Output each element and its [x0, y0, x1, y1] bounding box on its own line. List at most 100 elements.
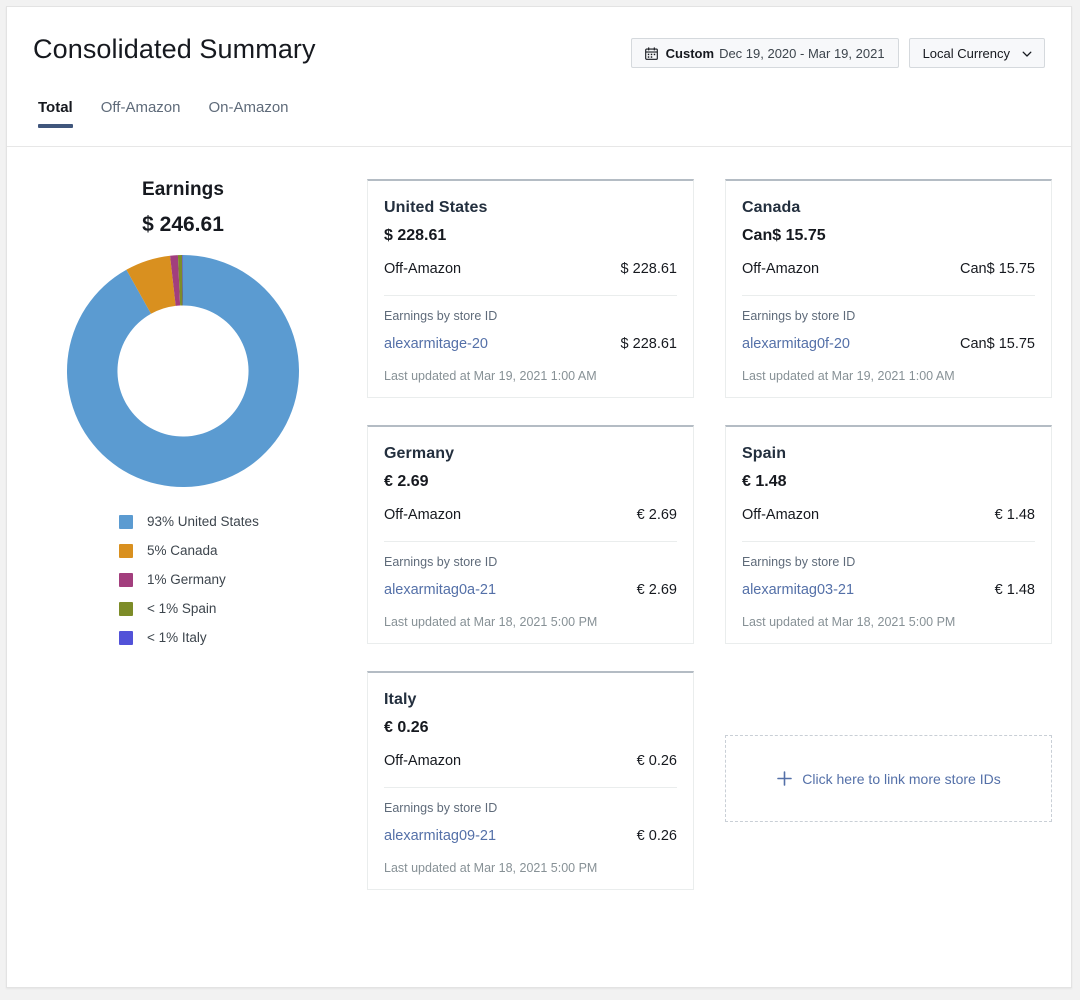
country-card-germany[interactable]: Germany € 2.69 Off-Amazon € 2.69 Earning… [367, 425, 694, 644]
card-country-name: Italy [384, 691, 417, 708]
card-last-updated: Last updated at Mar 18, 2021 5:00 PM [384, 615, 598, 629]
store-id-link[interactable]: alexarmitag0a-21 [384, 582, 496, 598]
store-id-link[interactable]: alexarmitag09-21 [384, 828, 496, 844]
earnings-title: Earnings [141, 179, 225, 200]
card-store-row: alexarmitag03-21 € 1.48 [742, 582, 1035, 598]
card-channel-amount: € 1.48 [994, 507, 1035, 523]
card-last-updated: Last updated at Mar 19, 2021 1:00 AM [742, 369, 955, 383]
store-amount: € 1.48 [994, 582, 1035, 598]
card-store-row: alexarmitage-20 $ 228.61 [384, 336, 677, 352]
card-total-amount: € 2.69 [384, 473, 429, 490]
earnings-chart-panel: Earnings $ 246.61 93% United States 5% Ca… [7, 147, 359, 652]
plus-icon [776, 770, 793, 787]
card-channel-label: Off-Amazon [384, 261, 462, 277]
store-amount: $ 228.61 [620, 336, 677, 352]
card-store-section-label: Earnings by store ID [384, 801, 498, 815]
legend-color-swatch [119, 601, 133, 616]
tab-on-amazon[interactable]: On-Amazon [194, 99, 302, 128]
legend-item: < 1% Spain [119, 594, 359, 623]
card-store-row: alexarmitag09-21 € 0.26 [384, 828, 677, 844]
store-amount: € 0.26 [636, 828, 677, 844]
card-channel-amount: € 0.26 [636, 753, 677, 769]
card-channel-row: Off-Amazon € 1.48 [742, 507, 1035, 523]
date-picker-range-label: Dec 19, 2020 - Mar 19, 2021 [719, 45, 885, 61]
card-country-name: Spain [742, 445, 787, 462]
legend-item: < 1% Italy [119, 623, 359, 652]
chart-legend: 93% United States 5% Canada 1% Germany < 1%… [7, 507, 359, 652]
card-channel-amount: € 2.69 [636, 507, 677, 523]
card-last-updated: Last updated at Mar 18, 2021 5:00 PM [384, 861, 598, 875]
page-header: Consolidated Summary Custom Dec 19, 2020… [7, 7, 1071, 147]
card-channel-row: Off-Amazon Can$ 15.75 [742, 261, 1035, 277]
card-total-amount: Can$ 15.75 [742, 227, 826, 244]
header-controls: Custom Dec 19, 2020 - Mar 19, 2021 Local… [630, 38, 1045, 68]
earnings-total-amount: $ 246.61 [142, 213, 224, 236]
country-card-canada[interactable]: Canada Can$ 15.75 Off-Amazon Can$ 15.75 … [725, 179, 1052, 398]
legend-item-label: 5% Canada [147, 543, 218, 558]
card-channel-label: Off-Amazon [742, 507, 820, 523]
card-store-section-label: Earnings by store ID [742, 555, 856, 569]
tab-total[interactable]: Total [33, 99, 87, 128]
store-id-link[interactable]: alexarmitage-20 [384, 336, 488, 352]
card-channel-amount: $ 228.61 [620, 261, 677, 277]
chevron-down-icon [1022, 49, 1032, 58]
legend-color-swatch [119, 514, 133, 529]
card-store-section-label: Earnings by store ID [742, 309, 856, 323]
card-channel-label: Off-Amazon [384, 753, 462, 769]
card-channel-row: Off-Amazon $ 228.61 [384, 261, 677, 277]
earnings-donut-chart [67, 255, 300, 487]
date-range-picker-button[interactable]: Custom Dec 19, 2020 - Mar 19, 2021 [630, 38, 899, 68]
card-store-row: alexarmitag0a-21 € 2.69 [384, 582, 677, 598]
legend-item: 93% United States [119, 507, 359, 536]
country-card-italy[interactable]: Italy € 0.26 Off-Amazon € 0.26 Earnings … [367, 671, 694, 890]
card-total-amount: € 0.26 [384, 719, 429, 736]
legend-item: 5% Canada [119, 536, 359, 565]
legend-color-swatch [119, 630, 133, 645]
card-channel-label: Off-Amazon [742, 261, 820, 277]
card-total-amount: € 1.48 [742, 473, 787, 490]
legend-color-swatch [119, 543, 133, 558]
card-channel-amount: Can$ 15.75 [960, 261, 1035, 277]
card-divider [384, 541, 677, 542]
link-more-store-ids-label: Click here to link more store IDs [802, 770, 1001, 787]
card-divider [742, 295, 1035, 296]
store-id-link[interactable]: alexarmitag03-21 [742, 582, 854, 598]
legend-item-label: 93% United States [147, 514, 259, 529]
donut-chart-wrapper [7, 253, 359, 489]
card-channel-label: Off-Amazon [384, 507, 462, 523]
legend-color-swatch [119, 572, 133, 587]
card-channel-row: Off-Amazon € 0.26 [384, 753, 677, 769]
country-card-united-states[interactable]: United States $ 228.61 Off-Amazon $ 228.… [367, 179, 694, 398]
legend-item-label: < 1% Italy [147, 630, 207, 645]
country-card-spain[interactable]: Spain € 1.48 Off-Amazon € 1.48 Earnings … [725, 425, 1052, 644]
card-divider [384, 787, 677, 788]
card-country-name: Canada [742, 199, 801, 216]
calendar-icon [644, 46, 658, 60]
card-country-name: United States [384, 199, 488, 216]
store-amount: Can$ 15.75 [960, 336, 1035, 352]
card-last-updated: Last updated at Mar 18, 2021 5:00 PM [742, 615, 956, 629]
card-row-1: United States $ 228.61 Off-Amazon $ 228.… [367, 179, 1057, 398]
currency-selector-label: Local Currency [922, 45, 1010, 61]
legend-item: 1% Germany [119, 565, 359, 594]
legend-item-label: < 1% Spain [147, 601, 217, 616]
date-picker-mode-label: Custom [665, 45, 715, 61]
card-last-updated: Last updated at Mar 19, 2021 1:00 AM [384, 369, 597, 383]
tab-bar: Total Off-Amazon On-Amazon [33, 99, 303, 128]
card-store-section-label: Earnings by store ID [384, 555, 498, 569]
store-amount: € 2.69 [636, 582, 677, 598]
card-divider [742, 541, 1035, 542]
country-cards-grid: United States $ 228.61 Off-Amazon $ 228.… [367, 179, 1057, 890]
card-store-row: alexarmitag0f-20 Can$ 15.75 [742, 336, 1035, 352]
card-row-2: Germany € 2.69 Off-Amazon € 2.69 Earning… [367, 425, 1057, 644]
card-total-amount: $ 228.61 [384, 227, 447, 244]
card-store-section-label: Earnings by store ID [384, 309, 498, 323]
card-country-name: Germany [384, 445, 455, 462]
legend-item-label: 1% Germany [147, 572, 226, 587]
page-title: Consolidated Summary [33, 34, 316, 64]
store-id-link[interactable]: alexarmitag0f-20 [742, 336, 850, 352]
currency-selector-dropdown[interactable]: Local Currency [908, 38, 1045, 68]
app-page: Consolidated Summary Custom Dec 19, 2020… [6, 6, 1072, 988]
tab-off-amazon[interactable]: Off-Amazon [87, 99, 195, 128]
card-divider [384, 295, 677, 296]
